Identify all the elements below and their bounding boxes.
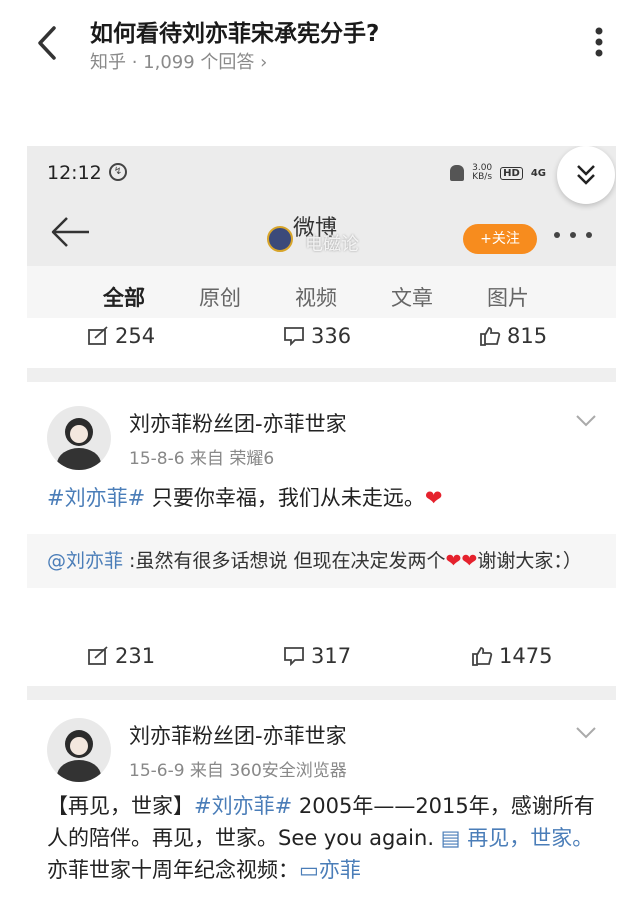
- hashtag-link[interactable]: #刘亦菲#: [194, 794, 292, 818]
- author-name[interactable]: 刘亦菲粉丝团-亦菲世家: [129, 720, 347, 750]
- repost-icon: [88, 646, 108, 665]
- thumbs-up-icon: [480, 327, 501, 346]
- post-meta: 15-6-9 来自 360安全浏览器: [129, 761, 347, 781]
- comment-button[interactable]: 317: [283, 644, 351, 668]
- web-link[interactable]: ▤ 再见，世家。: [441, 826, 594, 850]
- comment-icon: [284, 647, 304, 666]
- network-speed: 3.00 KB/s: [472, 163, 493, 182]
- chevron-down-icon[interactable]: [575, 414, 597, 428]
- mute-icon: [450, 165, 465, 181]
- video-link[interactable]: ▭亦菲: [299, 858, 361, 882]
- post-actions: 254 336 815: [27, 318, 616, 368]
- embedded-screenshot: 12:12 ↯ 3.00 KB/s HD 4G 微博 电磁论 +关注 全部 原创 …: [27, 146, 616, 900]
- post-text: 【再见，世家】#刘亦菲# 2005年——2015年，感谢所有人的陪伴。再见，世家…: [47, 794, 595, 882]
- status-bar: 12:12 ↯ 3.00 KB/s HD 4G: [27, 146, 616, 202]
- answer-count-link[interactable]: 知乎 · 1,099 个回答 ›: [90, 48, 267, 74]
- hd-icon: HD: [500, 166, 523, 180]
- post-card: 刘亦菲粉丝团-亦菲世家 15-6-9 来自 360安全浏览器 【再见，世家】#刘…: [27, 700, 616, 900]
- status-icons: 3.00 KB/s HD 4G: [450, 164, 546, 182]
- mention-link[interactable]: @刘亦菲: [47, 550, 123, 572]
- avatar[interactable]: [47, 718, 111, 782]
- like-button[interactable]: 1475: [471, 644, 552, 668]
- hashtag-link[interactable]: #刘亦菲#: [47, 486, 145, 510]
- tab-article[interactable]: 文章: [391, 282, 433, 312]
- avatar[interactable]: [267, 226, 293, 252]
- post-text: #刘亦菲# 只要你幸福，我们从未走远。❤: [47, 486, 443, 510]
- divider: [27, 368, 616, 382]
- watermark: 电磁论: [305, 234, 359, 255]
- repost-button[interactable]: 231: [87, 644, 155, 668]
- thumbs-up-icon: [472, 647, 493, 666]
- zhihu-header: 如何看待刘亦菲宋承宪分手? 知乎 · 1,099 个回答 ›: [0, 0, 640, 130]
- follow-button[interactable]: +关注: [463, 224, 537, 254]
- post-card: 刘亦菲粉丝团-亦菲世家 15-8-6 来自 荣耀6 #刘亦菲# 只要你幸福，我们…: [27, 382, 616, 686]
- back-arrow-icon[interactable]: [32, 24, 62, 62]
- chevron-down-icon[interactable]: [575, 726, 597, 740]
- comment-button[interactable]: 336: [283, 324, 351, 348]
- heart-emoji: ❤❤: [445, 550, 478, 572]
- signal-icon: 4G: [530, 167, 546, 179]
- avatar[interactable]: [47, 406, 111, 470]
- post-actions: 231 317 1475: [27, 630, 616, 686]
- tab-all[interactable]: 全部: [103, 282, 145, 312]
- back-arrow-icon[interactable]: [49, 214, 93, 250]
- author-name[interactable]: 刘亦菲粉丝团-亦菲世家: [129, 408, 347, 438]
- double-chevron-down-icon: [577, 165, 595, 185]
- weibo-navbar: 微博 电磁论 +关注: [27, 202, 616, 266]
- heart-emoji: ❤: [424, 486, 443, 510]
- question-title: 如何看待刘亦菲宋承宪分手?: [90, 21, 380, 47]
- more-menu-icon[interactable]: [592, 26, 606, 58]
- alarm-icon: ↯: [109, 163, 127, 181]
- status-time: 12:12: [47, 162, 102, 184]
- like-button[interactable]: 815: [479, 324, 547, 348]
- more-menu-icon[interactable]: [551, 230, 595, 240]
- collapse-button[interactable]: [557, 146, 615, 204]
- repost-icon: [88, 326, 108, 345]
- divider: [27, 686, 616, 700]
- tab-original[interactable]: 原创: [199, 282, 241, 312]
- reposted-content[interactable]: @刘亦菲 :虽然有很多话想说 但现在决定发两个❤❤谢谢大家：）: [27, 534, 616, 588]
- tab-video[interactable]: 视频: [295, 282, 337, 312]
- post-meta: 15-8-6 来自 荣耀6: [129, 449, 275, 469]
- tab-image[interactable]: 图片: [487, 282, 529, 312]
- repost-button[interactable]: 254: [87, 324, 155, 348]
- comment-icon: [284, 327, 304, 346]
